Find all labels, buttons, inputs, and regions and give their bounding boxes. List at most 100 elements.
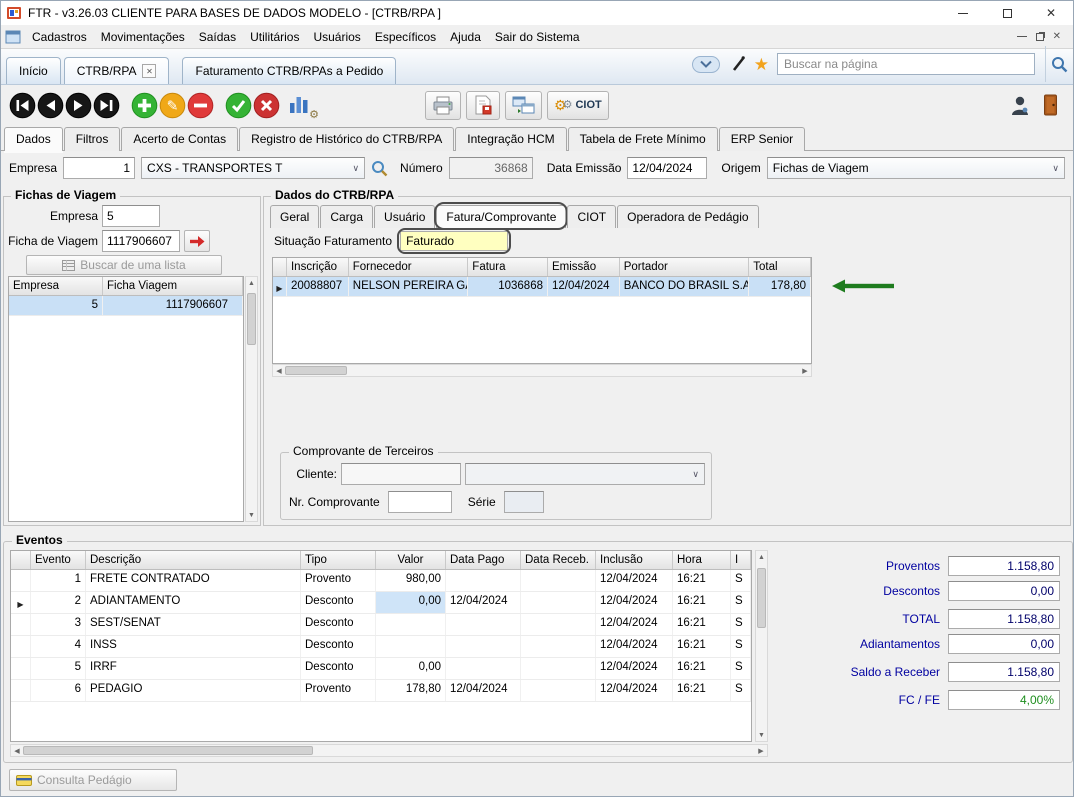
cell[interactable]: 12/04/2024 — [446, 592, 521, 613]
scroll-right-icon[interactable]: ▶ — [799, 365, 811, 377]
cell[interactable]: 1 — [31, 570, 86, 591]
table-row[interactable]: 5 1117906607 — [9, 296, 243, 316]
table-row[interactable]: 1 FRETE CONTRATADO Provento 980,00 12/04… — [11, 570, 751, 592]
cell[interactable] — [521, 614, 596, 635]
open-ficha-button[interactable] — [184, 230, 210, 252]
scroll-left-icon[interactable]: ◀ — [11, 745, 23, 757]
column-header[interactable]: Emissão — [548, 258, 620, 276]
wand-icon[interactable] — [728, 55, 746, 73]
cell[interactable]: 16:21 — [673, 636, 731, 657]
cell[interactable]: Provento — [301, 680, 376, 701]
column-header[interactable]: Inscrição — [287, 258, 349, 276]
menu-utilitarios[interactable]: Utilitários — [243, 27, 306, 47]
cell[interactable]: 12/04/2024 — [596, 570, 673, 591]
menu-saidas[interactable]: Saídas — [192, 27, 243, 47]
chart-settings-button[interactable]: ⚙ — [287, 91, 317, 119]
window-maximize-button[interactable] — [985, 1, 1029, 25]
column-header[interactable]: Data Receb. — [521, 551, 596, 569]
menu-ajuda[interactable]: Ajuda — [443, 27, 488, 47]
page-tab-filtros[interactable]: Filtros — [64, 127, 121, 151]
menu-movimentacoes[interactable]: Movimentações — [94, 27, 192, 47]
cell[interactable]: S — [731, 658, 751, 679]
cancel-button[interactable] — [253, 92, 280, 119]
cell[interactable]: 12/04/2024 — [596, 592, 673, 613]
serie-field[interactable] — [504, 491, 544, 513]
favorites-star-icon[interactable]: ★ — [754, 56, 769, 73]
ficha-viagem-field[interactable] — [102, 230, 180, 252]
cell[interactable]: Desconto — [301, 592, 376, 613]
cell[interactable]: 16:21 — [673, 658, 731, 679]
cell[interactable]: 3 — [31, 614, 86, 635]
add-record-button[interactable] — [131, 92, 158, 119]
cell[interactable] — [521, 636, 596, 657]
cell[interactable]: PEDAGIO — [86, 680, 301, 701]
cell[interactable] — [376, 636, 446, 657]
cell[interactable]: 16:21 — [673, 570, 731, 591]
print-button[interactable] — [425, 91, 461, 120]
table-row[interactable]: 6 PEDAGIO Provento 178,80 12/04/2024 12/… — [11, 680, 751, 702]
ctrb-tab-fatura-comprovante[interactable]: Fatura/Comprovante — [436, 205, 566, 228]
table-row[interactable]: 5 IRRF Desconto 0,00 12/04/2024 16:21 S — [11, 658, 751, 680]
cell[interactable]: 2 — [31, 592, 86, 613]
data-emissao-field[interactable] — [627, 157, 707, 179]
empresa-search-button[interactable] — [371, 160, 388, 177]
page-tab-erp-senior[interactable]: ERP Senior — [719, 127, 805, 151]
page-tab-acerto-de-contas[interactable]: Acerto de Contas — [121, 127, 238, 151]
menu-cadastros[interactable]: Cadastros — [25, 27, 94, 47]
cell[interactable]: S — [731, 614, 751, 635]
delete-record-button[interactable] — [187, 92, 214, 119]
save-document-button[interactable] — [466, 91, 500, 120]
confirm-button[interactable] — [225, 92, 252, 119]
scroll-down-icon[interactable]: ▼ — [246, 509, 258, 521]
ctrb-tab-operadora-pedagio[interactable]: Operadora de Pedágio — [617, 205, 758, 228]
mdi-close-button[interactable]: ✕ — [1053, 31, 1061, 42]
scroll-thumb[interactable] — [23, 746, 313, 755]
cell[interactable]: Desconto — [301, 658, 376, 679]
tab-close-icon[interactable]: ✕ — [142, 64, 156, 78]
cell[interactable] — [446, 570, 521, 591]
column-header[interactable]: Ficha Viagem — [103, 277, 243, 295]
cell[interactable] — [521, 592, 596, 613]
table-row[interactable]: ▶ 2 ADIANTAMENTO Desconto 0,00 12/04/202… — [11, 592, 751, 614]
cliente-combo[interactable]: ∨ — [465, 463, 705, 485]
cell[interactable]: 4 — [31, 636, 86, 657]
cell[interactable]: 178,80 — [376, 680, 446, 701]
column-header[interactable]: Fornecedor — [349, 258, 469, 276]
page-tab-integracao-hcm[interactable]: Integração HCM — [455, 127, 566, 151]
mdi-minimize-button[interactable] — [1017, 36, 1027, 37]
fichas-vertical-scrollbar[interactable]: ▲ ▼ — [245, 276, 258, 522]
menu-sair-do-sistema[interactable]: Sair do Sistema — [488, 27, 587, 47]
cliente-code-field[interactable] — [341, 463, 461, 485]
nr-comprovante-field[interactable] — [388, 491, 452, 513]
table-row[interactable]: 4 INSS Desconto 12/04/2024 16:21 S — [11, 636, 751, 658]
eventos-horizontal-scrollbar[interactable]: ◀ ▶ — [10, 744, 768, 757]
cell[interactable] — [446, 658, 521, 679]
cell[interactable]: 0,00 — [376, 658, 446, 679]
window-close-button[interactable]: ✕ — [1029, 1, 1073, 25]
column-header[interactable]: I — [731, 551, 751, 569]
cell[interactable]: 12/04/2024 — [596, 614, 673, 635]
scroll-up-icon[interactable]: ▲ — [246, 277, 258, 289]
ctrb-tab-geral[interactable]: Geral — [270, 205, 319, 228]
column-header[interactable]: Inclusão — [596, 551, 673, 569]
tab-faturamento-ctrb-rpas[interactable]: Faturamento CTRB/RPAs a Pedido — [182, 57, 396, 84]
ctrb-tab-usuario[interactable]: Usuário — [374, 205, 435, 228]
ciot-button[interactable]: ⚙ ⚙ CIOT — [547, 91, 609, 120]
column-header[interactable]: Fatura — [468, 258, 548, 276]
scroll-thumb[interactable] — [247, 293, 256, 345]
cell[interactable]: 5 — [9, 296, 103, 315]
ctrb-tab-ciot[interactable]: CIOT — [567, 205, 616, 228]
column-header[interactable]: Tipo — [301, 551, 376, 569]
exit-door-icon[interactable] — [1042, 94, 1059, 116]
menu-usuarios[interactable]: Usuários — [306, 27, 367, 47]
cell[interactable] — [521, 658, 596, 679]
column-header[interactable]: Portador — [620, 258, 750, 276]
cell[interactable]: Desconto — [301, 614, 376, 635]
nav-first-button[interactable] — [9, 92, 36, 119]
cell[interactable]: S — [731, 592, 751, 613]
scroll-down-icon[interactable]: ▼ — [756, 729, 768, 741]
column-header[interactable]: Total — [749, 258, 811, 276]
page-tab-tabela-frete-minimo[interactable]: Tabela de Frete Mínimo — [568, 127, 718, 151]
scroll-right-icon[interactable]: ▶ — [755, 745, 767, 757]
tab-inicio[interactable]: Início — [6, 57, 61, 84]
